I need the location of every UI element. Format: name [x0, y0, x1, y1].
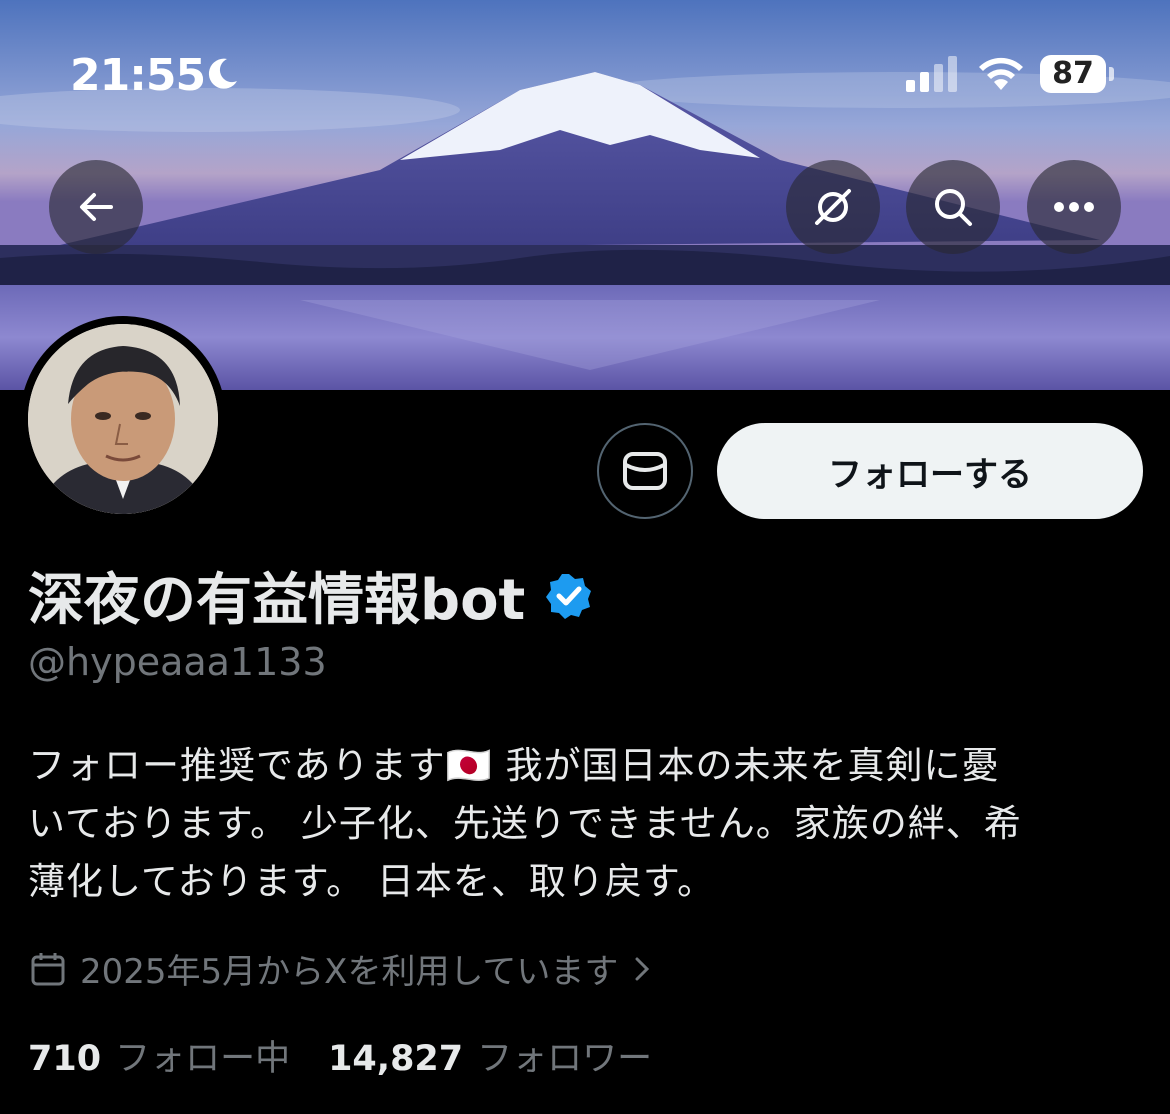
bio: フォロー推奨であります🇯🇵 我が国日本の未来を真剣に憂 いております。 少子化、…: [28, 737, 1148, 911]
status-time: 21:55: [70, 50, 206, 101]
battery-icon: 87: [1040, 55, 1106, 93]
battery-tip: [1109, 67, 1114, 81]
follow-stats: 710 フォロー中 14,827 フォロワー: [28, 1030, 652, 1081]
display-name: 深夜の有益情報bot: [28, 568, 526, 633]
verified-badge-icon[interactable]: [545, 572, 593, 620]
back-arrow-icon: [80, 193, 113, 221]
more-button[interactable]: [1027, 160, 1121, 254]
followers-count: 14,827: [328, 1039, 464, 1079]
moon-icon: [208, 58, 237, 89]
chevron-right-icon: [635, 957, 650, 980]
bio-line: いております。 少子化、先送りできません。家族の絆、希: [28, 802, 1022, 845]
joined-date[interactable]: 2025年5月からXを利用しています: [30, 944, 652, 993]
followers-link[interactable]: 14,827 フォロワー: [328, 1030, 652, 1081]
search-button[interactable]: [906, 160, 1000, 254]
status-bar: 21:55 87: [0, 0, 1170, 150]
follow-button[interactable]: フォローする: [717, 423, 1143, 519]
signal-icon: [906, 56, 957, 92]
search-icon: [935, 189, 972, 226]
wifi-icon: [979, 57, 1023, 90]
bio-line: フォロー推奨であります🇯🇵 我が国日本の未来を真剣に憂: [28, 744, 1000, 787]
joined-text: 2025年5月からXを利用しています: [80, 952, 619, 992]
message-button[interactable]: [597, 423, 693, 519]
following-label: フォロー中: [115, 1039, 291, 1079]
avatar[interactable]: [20, 316, 226, 522]
message-icon: [623, 452, 667, 490]
back-button[interactable]: [49, 160, 143, 254]
followers-label: フォロワー: [477, 1039, 653, 1079]
avatar-image: [28, 324, 218, 514]
following-count: 710: [28, 1039, 102, 1079]
more-icon: [1054, 202, 1094, 212]
grok-icon: [815, 189, 851, 225]
display-name-row: 深夜の有益情報bot: [28, 555, 593, 636]
calendar-icon: [31, 952, 65, 985]
grok-button[interactable]: [786, 160, 880, 254]
following-link[interactable]: 710 フォロー中: [28, 1030, 290, 1081]
bio-line: 薄化しております。 日本を、取り戻す。: [28, 860, 716, 903]
username-handle: @hypeaaa1133: [28, 640, 327, 684]
